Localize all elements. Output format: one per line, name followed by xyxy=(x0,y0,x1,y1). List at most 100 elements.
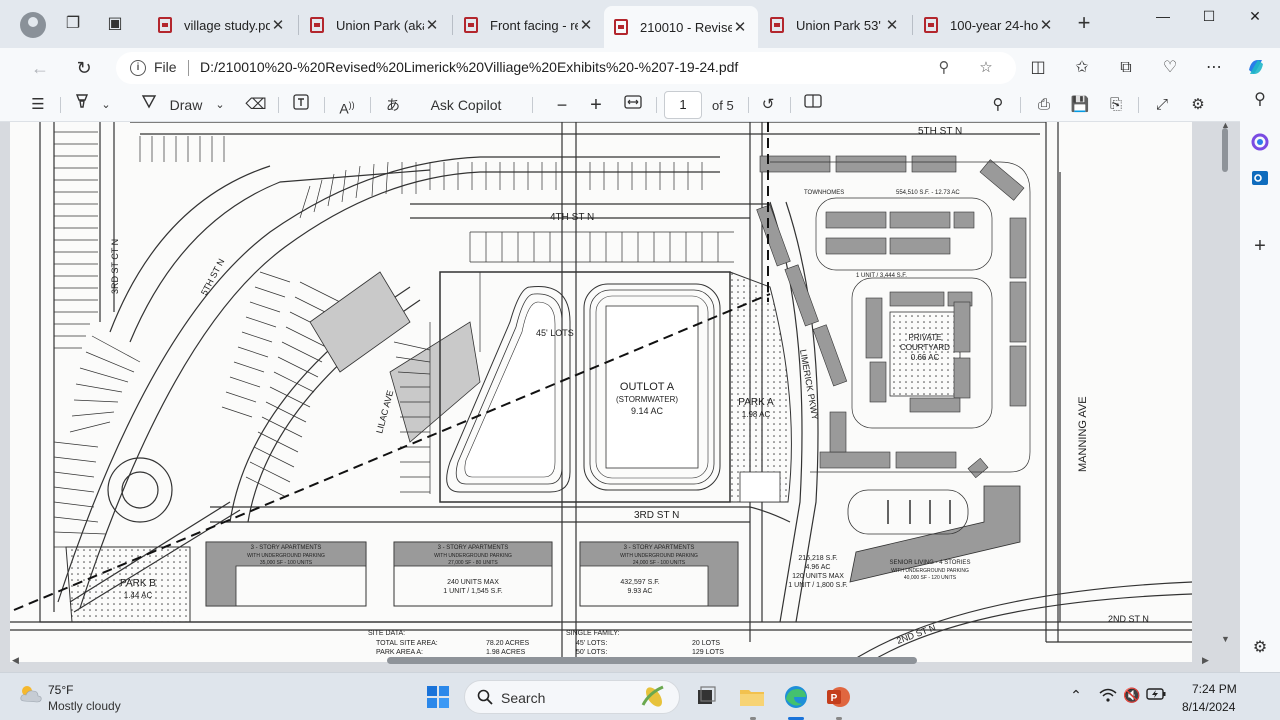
fit-to-width-icon[interactable] xyxy=(620,93,646,117)
zoom-in-button[interactable]: + xyxy=(584,93,608,117)
scroll-down-arrow-icon[interactable]: ▼ xyxy=(1221,634,1230,644)
sidebar-outlook-icon[interactable] xyxy=(1248,168,1272,192)
tab-union-park-53[interactable]: Union Park 53' R ✕ xyxy=(760,8,910,42)
save-icon[interactable]: 💾 xyxy=(1068,93,1092,117)
clock-date[interactable]: 8/14/2024 xyxy=(1182,700,1235,714)
scroll-left-arrow-icon[interactable]: ◀ xyxy=(12,655,19,666)
highlight-icon[interactable] xyxy=(70,93,94,117)
close-tab-icon[interactable]: ✕ xyxy=(884,16,900,34)
find-search-icon[interactable]: ⚲ xyxy=(986,93,1010,117)
edge-browser-icon[interactable] xyxy=(780,681,812,713)
scroll-right-arrow-icon[interactable]: ▶ xyxy=(1202,655,1209,666)
vertical-scroll-thumb[interactable] xyxy=(1222,128,1228,172)
collections-icon[interactable]: ⧉ xyxy=(1114,56,1138,80)
draw-button[interactable]: Draw xyxy=(166,93,206,117)
corn-highlight-icon xyxy=(641,685,664,707)
townhomes-unit: 1 UNIT / 3,444 S.F. xyxy=(856,273,907,279)
tab-210010-revised[interactable]: 210010 - Revised ✕ xyxy=(604,6,758,48)
browser-essentials-icon[interactable]: ♡ xyxy=(1158,56,1182,80)
sidebar-add-icon[interactable]: + xyxy=(1248,234,1272,258)
wifi-icon[interactable] xyxy=(1098,687,1118,707)
vertical-scrollbar[interactable]: ▲ ▼ xyxy=(1218,122,1232,654)
close-window-button[interactable]: ✕ xyxy=(1232,8,1278,30)
tab-title: Union Park (aka xyxy=(336,17,424,33)
highlight-options-chevron-icon[interactable]: ⌄ xyxy=(98,93,114,117)
toolbar-separator xyxy=(324,97,325,113)
close-tab-icon[interactable]: ✕ xyxy=(270,16,286,34)
fullscreen-icon[interactable]: ⤢ xyxy=(1150,93,1174,117)
favorite-star-icon[interactable]: ☆ xyxy=(976,58,996,78)
rotate-icon[interactable]: ↺ xyxy=(756,93,780,117)
read-aloud-icon[interactable]: A)) xyxy=(334,93,360,117)
page-view-icon[interactable] xyxy=(800,93,826,117)
workspaces-icon[interactable]: ❐ xyxy=(62,13,84,35)
pdf-file-icon xyxy=(770,17,784,33)
lot-grid-left xyxy=(54,131,98,349)
favorites-icon[interactable]: ✩ xyxy=(1070,56,1094,80)
street-label-manning: MANNING AVE xyxy=(1077,396,1089,472)
single-family-row1-label: 45' LOTS: xyxy=(576,640,607,647)
add-text-icon[interactable] xyxy=(288,93,314,117)
pdf-settings-gear-icon[interactable]: ⚙ xyxy=(1186,93,1210,117)
file-explorer-icon[interactable] xyxy=(736,681,768,713)
tab-100-year[interactable]: 100-year 24-hou ✕ xyxy=(914,8,1064,42)
translate-icon[interactable]: あ xyxy=(380,93,406,117)
taskbar-search-box[interactable]: Search xyxy=(464,680,680,714)
horizontal-scroll-thumb[interactable] xyxy=(387,657,917,664)
apartment-2-line1: 3 - STORY APARTMENTS xyxy=(438,545,509,551)
zoom-out-button[interactable]: − xyxy=(550,93,574,117)
split-screen-icon[interactable]: ◫ xyxy=(1026,56,1050,80)
maximize-button[interactable]: ☐ xyxy=(1186,8,1232,30)
minimize-button[interactable]: — xyxy=(1140,8,1186,30)
print-icon[interactable]: ⎙ xyxy=(1032,93,1056,117)
tray-overflow-chevron-icon[interactable]: ⌃ xyxy=(1066,687,1086,707)
weather-temperature[interactable]: 75°F xyxy=(48,683,73,697)
back-arrow-icon[interactable]: ← xyxy=(28,56,52,80)
new-tab-button[interactable]: + xyxy=(1072,12,1096,36)
tab-union-park-aka[interactable]: Union Park (aka ✕ xyxy=(300,8,450,42)
battery-charging-icon[interactable] xyxy=(1146,687,1166,707)
street-label-3rd: 3RD ST N xyxy=(634,510,679,521)
refresh-icon[interactable]: ↻ xyxy=(72,56,96,80)
close-tab-icon[interactable]: ✕ xyxy=(1038,16,1054,34)
windows-start-icon[interactable] xyxy=(422,681,454,713)
close-tab-icon[interactable]: ✕ xyxy=(732,18,748,36)
tab-village-study[interactable]: village study.pdf ✕ xyxy=(148,8,296,42)
ask-copilot-button[interactable]: Ask Copilot xyxy=(420,93,512,117)
url-text[interactable]: D:/210010%20-%20Revised%20Limerick%20Vil… xyxy=(200,59,738,75)
info-icon[interactable]: i xyxy=(130,60,146,76)
weather-description[interactable]: Mostly cloudy xyxy=(48,699,121,713)
vertical-tabs-icon[interactable]: ▣ xyxy=(104,13,126,35)
page-number-input[interactable]: 1 xyxy=(664,91,702,119)
powerpoint-icon[interactable]: P xyxy=(822,681,854,713)
sidebar-settings-gear-icon[interactable]: ⚙ xyxy=(1248,636,1272,660)
sidebar-copilot-icon[interactable] xyxy=(1248,132,1272,156)
sidebar-search-icon[interactable]: ⚲ xyxy=(1248,88,1272,112)
pdf-page[interactable]: 5TH ST N 4TH ST N 3RD ST N 2ND ST N 2ND … xyxy=(10,122,1192,662)
draw-options-chevron-icon[interactable]: ⌄ xyxy=(212,93,228,117)
zoom-icon[interactable]: ⚲ xyxy=(934,58,954,78)
task-view-icon[interactable] xyxy=(690,681,722,713)
street-label-5th: 5TH ST N xyxy=(918,126,962,137)
copilot-icon[interactable] xyxy=(1244,56,1268,80)
volume-muted-icon[interactable]: 🔇 xyxy=(1122,687,1142,707)
tab-front-facing[interactable]: Front facing - re ✕ xyxy=(454,8,604,42)
eraser-icon[interactable]: ⌫ xyxy=(244,93,268,117)
clock-time[interactable]: 7:24 PM xyxy=(1192,682,1237,696)
profile-avatar[interactable] xyxy=(20,12,46,38)
street-label-3rd-ct: 3RD ST CT N xyxy=(110,239,120,294)
park-a-shelter xyxy=(739,471,781,503)
site-plan-drawing: 5TH ST N 4TH ST N 3RD ST N 2ND ST N 2ND … xyxy=(10,122,1192,662)
weather-cloud-icon[interactable] xyxy=(18,683,44,705)
contents-list-icon[interactable]: ☰ xyxy=(26,93,50,117)
close-tab-icon[interactable]: ✕ xyxy=(578,16,594,34)
save-as-icon[interactable]: ⎘ xyxy=(1104,93,1128,117)
draw-icon[interactable] xyxy=(136,93,162,117)
more-menu-icon[interactable]: ⋯ xyxy=(1202,56,1226,80)
horizontal-scrollbar[interactable]: ◀ ▶ xyxy=(12,652,1212,668)
address-input[interactable]: i File D:/210010%20-%20Revised%20Limeric… xyxy=(116,52,1016,84)
apartment-1-line3: 35,000 SF - 100 UNITS xyxy=(260,560,313,566)
close-tab-icon[interactable]: ✕ xyxy=(424,16,440,34)
pdf-viewer[interactable]: 5TH ST N 4TH ST N 3RD ST N 2ND ST N 2ND … xyxy=(0,122,1240,672)
lots-45-label: 45' LOTS xyxy=(536,328,574,338)
